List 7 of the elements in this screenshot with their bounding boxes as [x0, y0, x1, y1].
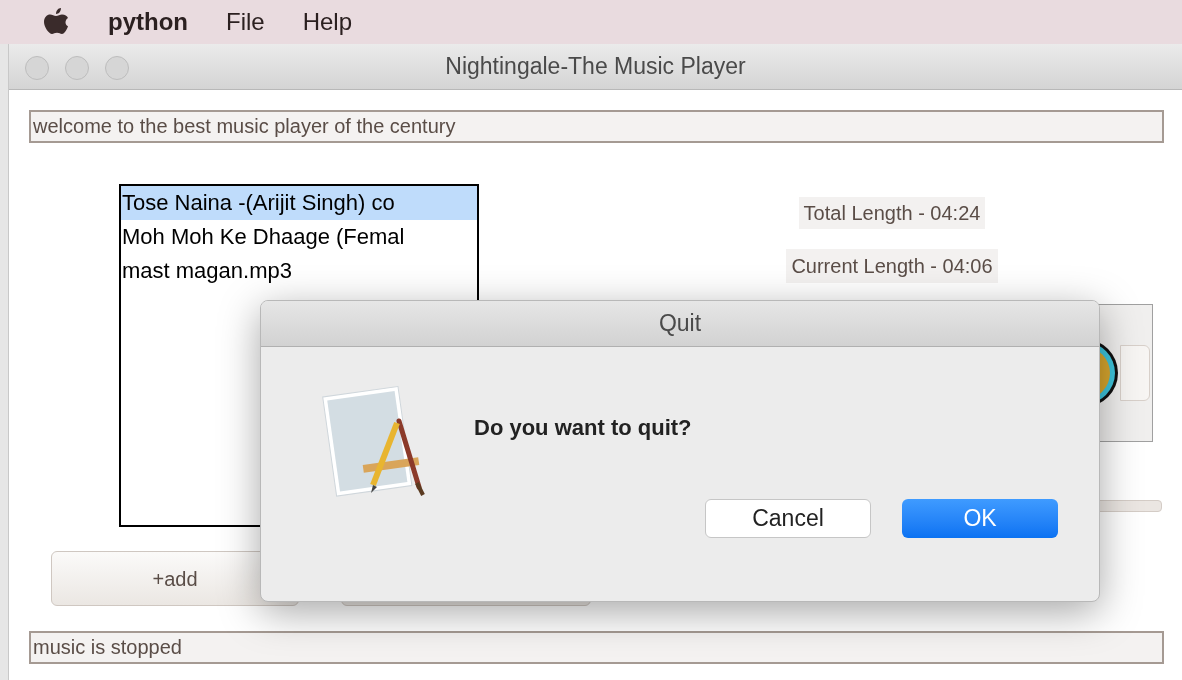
total-length-label: Total Length - 04:24 [798, 197, 986, 229]
status-label: music is stopped [29, 631, 1164, 664]
current-length-label: Current Length - 04:06 [786, 249, 998, 283]
dialog-title: Quit [658, 309, 702, 339]
window-title: Nightingale-The Music Player [445, 52, 746, 82]
welcome-label: welcome to the best music player of the century [29, 110, 1164, 143]
dialog-message: Do you want to quit? [474, 414, 692, 441]
